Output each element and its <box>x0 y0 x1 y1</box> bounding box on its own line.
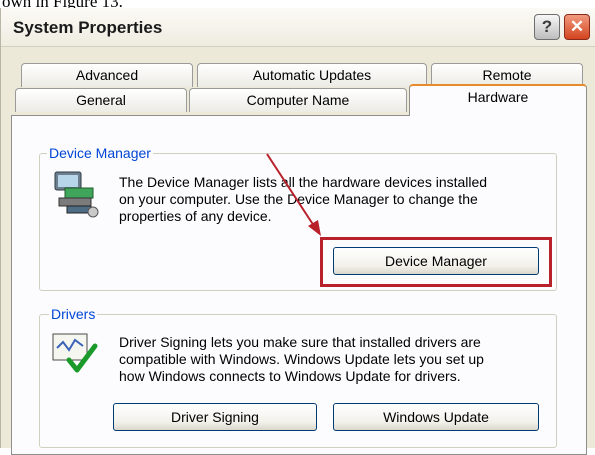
annotation-arrow-icon <box>266 153 321 236</box>
system-properties-window: System Properties ? ✕ Advanced Automatic… <box>0 8 595 455</box>
